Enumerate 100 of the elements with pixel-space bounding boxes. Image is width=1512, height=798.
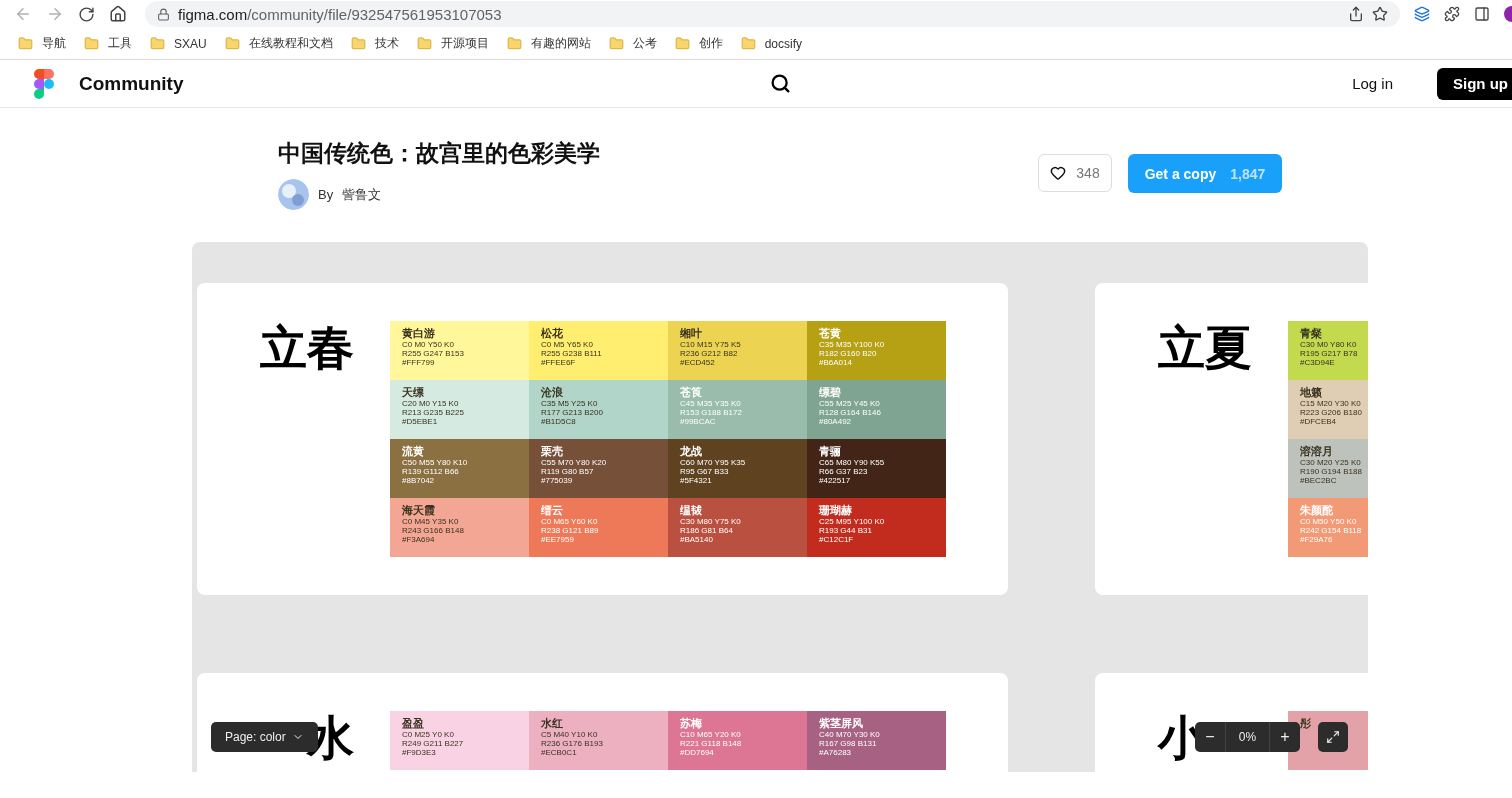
- rgb-value: R238 G121 B89: [541, 526, 599, 535]
- hex-value: #C3D94E: [1300, 358, 1335, 367]
- rgb-value: R255 G247 B153: [402, 349, 464, 358]
- cmyk-value: C0 M65 Y60 K0: [541, 517, 598, 526]
- rgb-value: R236 G176 B193: [541, 739, 603, 748]
- bookmark-item[interactable]: 技术: [350, 35, 399, 52]
- cmyk-value: C65 M80 Y90 K55: [819, 458, 885, 467]
- hex-value: #8B7042: [402, 476, 435, 485]
- color-name: 朱颜酡: [1300, 504, 1333, 517]
- sidebar-icon[interactable]: [1474, 6, 1490, 22]
- cmyk-value: C55 M70 Y80 K20: [541, 458, 607, 467]
- cmyk-value: C35 M5 Y25 K0: [541, 399, 598, 408]
- color-name: 栗壳: [541, 445, 563, 458]
- rgb-value: R213 G235 B225: [402, 408, 464, 417]
- hex-value: #422517: [819, 476, 851, 485]
- color-name: 天缥: [402, 386, 424, 399]
- cmyk-value: C40 M70 Y30 K0: [819, 730, 880, 739]
- url-path: /community/file/932547561953107053: [247, 5, 502, 23]
- rgb-value: R182 G160 B20: [819, 349, 877, 358]
- bookmark-item[interactable]: 公考: [608, 35, 657, 52]
- rgb-value: R193 G44 B31: [819, 526, 872, 535]
- profile-avatar[interactable]: [1504, 6, 1512, 22]
- color-name: 苍筤: [680, 386, 702, 399]
- hex-value: #ECD452: [680, 358, 715, 367]
- hex-value: #D5EBE1: [402, 417, 438, 426]
- color-name: 溶溶月: [1300, 445, 1333, 458]
- search-icon[interactable]: [769, 73, 791, 94]
- bookmark-item[interactable]: 创作: [674, 35, 723, 52]
- layers-icon[interactable]: [1414, 6, 1430, 22]
- cmyk-value: C45 M35 Y35 K0: [680, 399, 741, 408]
- cmyk-value: C0 M5 Y65 K0: [541, 340, 593, 349]
- hex-value: #5F4321: [680, 476, 712, 485]
- color-name: 缙云: [541, 504, 563, 517]
- fullscreen-button[interactable]: [1318, 722, 1348, 752]
- expand-icon: [1326, 730, 1340, 744]
- login-link[interactable]: Log in: [1352, 75, 1393, 92]
- by-label: By: [318, 187, 334, 202]
- puzzle-icon[interactable]: [1444, 6, 1460, 22]
- hex-value: #EE7959: [541, 535, 574, 544]
- folder-icon: [506, 36, 522, 51]
- file-title: 中国传统色：故宫里的色彩美学: [278, 139, 600, 168]
- bookmark-item[interactable]: docsify: [740, 36, 803, 51]
- bookmark-item[interactable]: 开源项目: [416, 35, 489, 52]
- color-name: 青骊: [819, 445, 841, 458]
- like-button[interactable]: 348: [1038, 154, 1112, 192]
- address-bar[interactable]: figma.com/community/file/932547561953107053: [145, 1, 1400, 27]
- folder-icon: [674, 36, 690, 51]
- zoom-in-button[interactable]: +: [1270, 722, 1300, 752]
- heart-icon: [1050, 165, 1067, 181]
- hex-value: #C12C1F: [819, 535, 854, 544]
- hex-value: #FFEE6F: [541, 358, 576, 367]
- hex-value: #F29A76: [1300, 535, 1333, 544]
- star-icon[interactable]: [1372, 6, 1388, 22]
- color-name: 苏梅: [680, 717, 702, 730]
- cmyk-value: C55 M25 Y45 K0: [819, 399, 880, 408]
- color-name: 水红: [541, 717, 563, 730]
- bookmark-item[interactable]: 工具: [84, 35, 132, 52]
- cmyk-value: C50 M55 Y80 K10: [402, 458, 468, 467]
- cmyk-value: C35 M35 Y100 K0: [819, 340, 885, 349]
- author-name[interactable]: 訾鲁文: [342, 185, 382, 204]
- hex-value: #775039: [541, 476, 573, 485]
- rgb-value: R243 G166 B148: [402, 526, 464, 535]
- figma-logo-icon: [34, 68, 54, 99]
- color-name: 海天霞: [402, 504, 435, 517]
- cmyk-value: C30 M80 Y75 K0: [680, 517, 741, 526]
- bookmark-item[interactable]: 在线教程和文档: [224, 35, 333, 52]
- folder-icon: [740, 36, 756, 51]
- cmyk-value: C15 M20 Y30 K0: [1300, 399, 1361, 408]
- color-name: 缊韨: [680, 504, 702, 517]
- hex-value: #FFF799: [402, 358, 435, 367]
- hex-value: #DD7694: [680, 748, 714, 757]
- home-icon[interactable]: [109, 5, 127, 23]
- rgb-value: R221 G118 B148: [680, 739, 742, 748]
- color-name: 青粲: [1300, 327, 1322, 340]
- bookmark-item[interactable]: 导航: [18, 35, 66, 52]
- reload-icon[interactable]: [78, 5, 95, 23]
- season-title: 立夏: [1158, 321, 1252, 372]
- cmyk-value: C20 M0 Y15 K0: [402, 399, 459, 408]
- season-title: 立春: [260, 321, 354, 372]
- hex-value: #B1D5C8: [541, 417, 576, 426]
- zoom-level: 0%: [1225, 722, 1270, 752]
- folder-icon: [84, 36, 99, 51]
- community-title[interactable]: Community: [79, 72, 184, 95]
- rgb-value: R186 G81 B64: [680, 526, 733, 535]
- rgb-value: R236 G212 B82: [680, 349, 738, 358]
- rgb-value: R177 G213 B200: [541, 408, 603, 417]
- hex-value: #B6A014: [819, 358, 852, 367]
- bookmark-item[interactable]: 有趣的网站: [506, 35, 591, 52]
- signup-button[interactable]: Sign up: [1437, 67, 1512, 100]
- cmyk-value: C0 M45 Y35 K0: [402, 517, 459, 526]
- color-name: 苍黄: [819, 327, 841, 340]
- lock-icon: [157, 7, 170, 21]
- hex-value: #F9D3E3: [402, 748, 436, 757]
- rgb-value: R223 G206 B180: [1300, 408, 1362, 417]
- bookmark-item[interactable]: SXAU: [150, 36, 207, 51]
- url-host: figma.com: [178, 5, 248, 23]
- hex-value: #A76283: [819, 748, 852, 757]
- share-icon[interactable]: [1348, 6, 1364, 22]
- rgb-value: R190 G194 B188: [1300, 467, 1362, 476]
- rgb-value: R249 G211 B227: [402, 739, 464, 748]
